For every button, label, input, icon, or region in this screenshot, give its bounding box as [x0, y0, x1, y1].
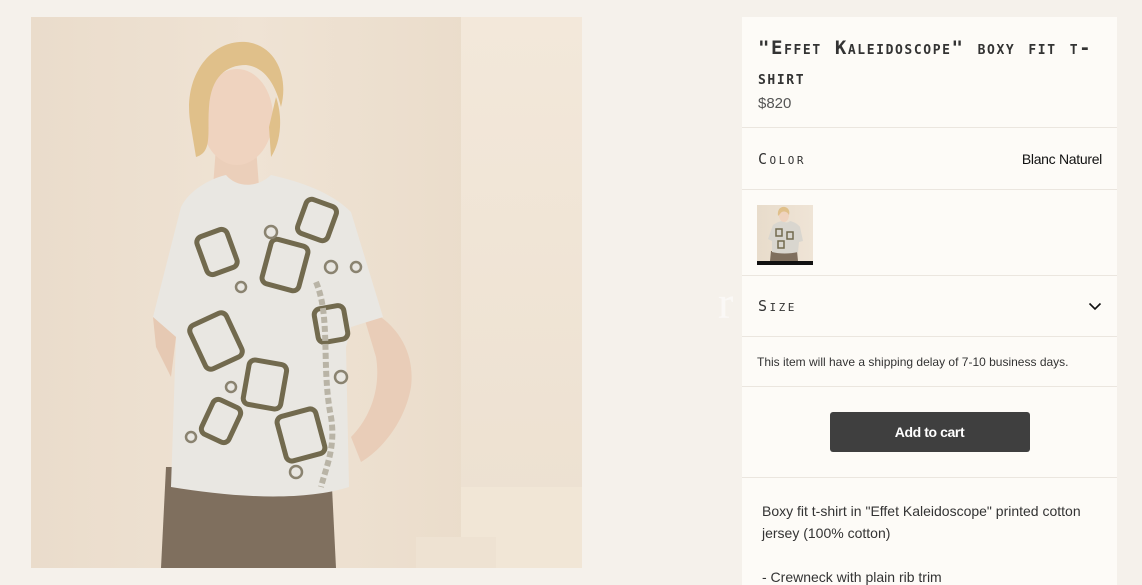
color-value: Blanc Naturel: [1021, 150, 1102, 167]
shipping-notice: This item will have a shipping delay of …: [742, 337, 1117, 387]
description-paragraph: - Crewneck with plain rib trim: [762, 569, 942, 585]
color-label: Color: [758, 149, 807, 168]
add-to-cart-row: Add to cart: [742, 387, 1117, 478]
color-swatch-blanc-naturel[interactable]: [757, 205, 813, 265]
description-paragraph: Boxy fit t-shirt in "Effet Kaleidoscope"…: [762, 503, 1081, 541]
shipping-notice-text: This item will have a shipping delay of …: [757, 354, 1069, 369]
size-selector[interactable]: Size: [742, 276, 1117, 337]
add-to-cart-button[interactable]: Add to cart: [829, 412, 1030, 452]
product-title: "Effet Kaleidoscope" boxy fit t-shirt: [758, 37, 1093, 89]
color-swatches: [742, 190, 1117, 276]
product-header: "Effet Kaleidoscope" boxy fit t-shirt $8…: [742, 17, 1117, 128]
product-info-panel: "Effet Kaleidoscope" boxy fit t-shirt $8…: [742, 17, 1117, 585]
color-row: Color Blanc Naturel: [742, 128, 1117, 190]
watermark-fragment: r: [718, 277, 734, 328]
product-image[interactable]: [31, 17, 582, 568]
model-illustration: [153, 41, 412, 568]
product-description: Boxy fit t-shirt in "Effet Kaleidoscope"…: [742, 478, 1117, 585]
product-price: $820: [758, 95, 792, 112]
size-label: Size: [758, 297, 797, 315]
tshirt-swatch-thumbnail: [768, 206, 803, 261]
chevron-down-icon[interactable]: [1088, 299, 1102, 313]
